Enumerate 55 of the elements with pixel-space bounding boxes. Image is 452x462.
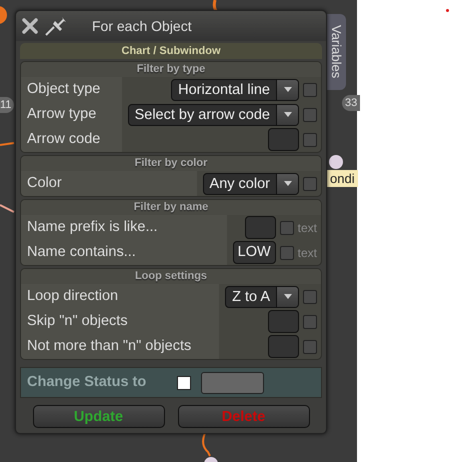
checkbox[interactable]: [303, 314, 317, 328]
input-field[interactable]: [268, 335, 299, 358]
checkbox[interactable]: [303, 108, 317, 122]
input-field[interactable]: [268, 310, 299, 333]
checkbox[interactable]: [303, 132, 317, 146]
dropdown[interactable]: Z to A: [225, 286, 299, 308]
connector-line: [0, 142, 14, 146]
section-header: Filter by name: [21, 200, 321, 215]
checkbox[interactable]: [303, 176, 317, 190]
node-icon: [0, 6, 7, 24]
status-field[interactable]: [201, 372, 264, 394]
field-label: Name prefix is like...: [21, 215, 227, 240]
field-label: Object type: [21, 77, 122, 102]
dot-icon: [446, 9, 449, 12]
section-header: Filter by color: [21, 156, 321, 171]
status-label: Change Status to: [27, 372, 148, 392]
checkbox[interactable]: [303, 290, 317, 304]
dropdown[interactable]: Horizontal line: [171, 78, 299, 100]
input-field[interactable]: LOW: [232, 241, 276, 264]
connector-line: [0, 204, 14, 213]
caret-icon: [276, 286, 298, 306]
checkbox[interactable]: [280, 246, 294, 260]
section-header: Filter by type: [21, 62, 321, 77]
dropdown[interactable]: Select by arrow code: [128, 104, 299, 126]
field-label: Arrow type: [21, 102, 122, 127]
caret-icon: [276, 80, 298, 100]
caret-icon: [276, 174, 298, 194]
checkbox[interactable]: [303, 82, 317, 96]
node-icon: [329, 155, 343, 169]
section-header: Chart / Subwindow: [20, 43, 322, 59]
field-label: Loop direction: [21, 284, 220, 309]
field-label: Arrow code: [21, 127, 122, 152]
canvas-label: ondi: [327, 170, 358, 187]
variables-tab[interactable]: Variables: [326, 14, 346, 90]
field-label: Not more than "n" objects: [21, 334, 220, 359]
dropdown[interactable]: Any color: [202, 172, 299, 194]
checkbox[interactable]: [280, 220, 294, 234]
field-label: Skip "n" objects: [21, 309, 220, 334]
input-field[interactable]: [244, 216, 276, 239]
canvas-label: 33: [342, 95, 360, 111]
pin-icon[interactable]: [44, 16, 68, 36]
connector-line: [202, 432, 211, 456]
checkbox[interactable]: [303, 340, 317, 354]
checkbox-label: text: [298, 220, 317, 236]
section-header: Loop settings: [21, 269, 321, 284]
node-icon: [204, 457, 218, 462]
checkbox-label: text: [298, 244, 317, 262]
field-label: Color: [21, 171, 197, 196]
checkbox[interactable]: [177, 376, 191, 390]
field-label: Name contains...: [21, 240, 227, 265]
canvas-label: 11: [0, 97, 14, 113]
window-title: For each Object: [92, 16, 192, 36]
input-field[interactable]: [268, 128, 299, 151]
caret-icon: [276, 104, 298, 124]
close-icon[interactable]: [22, 18, 38, 34]
